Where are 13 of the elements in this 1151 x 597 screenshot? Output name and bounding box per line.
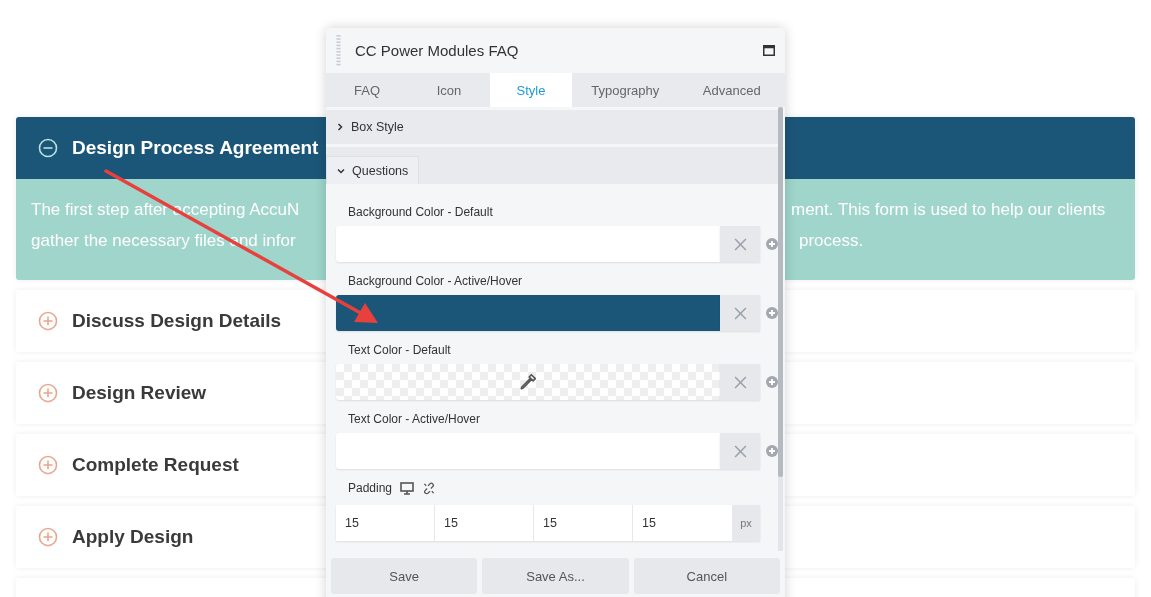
answer-text: ment. This form is used to help our clients — [791, 199, 1106, 220]
field-label: Padding — [347, 480, 393, 497]
faq-question-title: Complete Request — [72, 454, 239, 476]
faq-question-title: Apply Design — [72, 526, 194, 548]
field-label: Background Color - Default — [347, 204, 494, 221]
field-label: Background Color - Active/Hover — [347, 273, 524, 290]
answer-text: The first step after accepting AccuN — [31, 199, 301, 220]
faq-question-title: Discuss Design Details — [72, 310, 282, 332]
answer-text: process. — [799, 230, 864, 251]
faq-question-title: Design Process Agreement — [72, 137, 319, 159]
faq-question-title: Design Review — [72, 382, 207, 404]
unit-label: px — [732, 505, 760, 541]
panel-title: CC Power Modules FAQ — [355, 42, 519, 59]
